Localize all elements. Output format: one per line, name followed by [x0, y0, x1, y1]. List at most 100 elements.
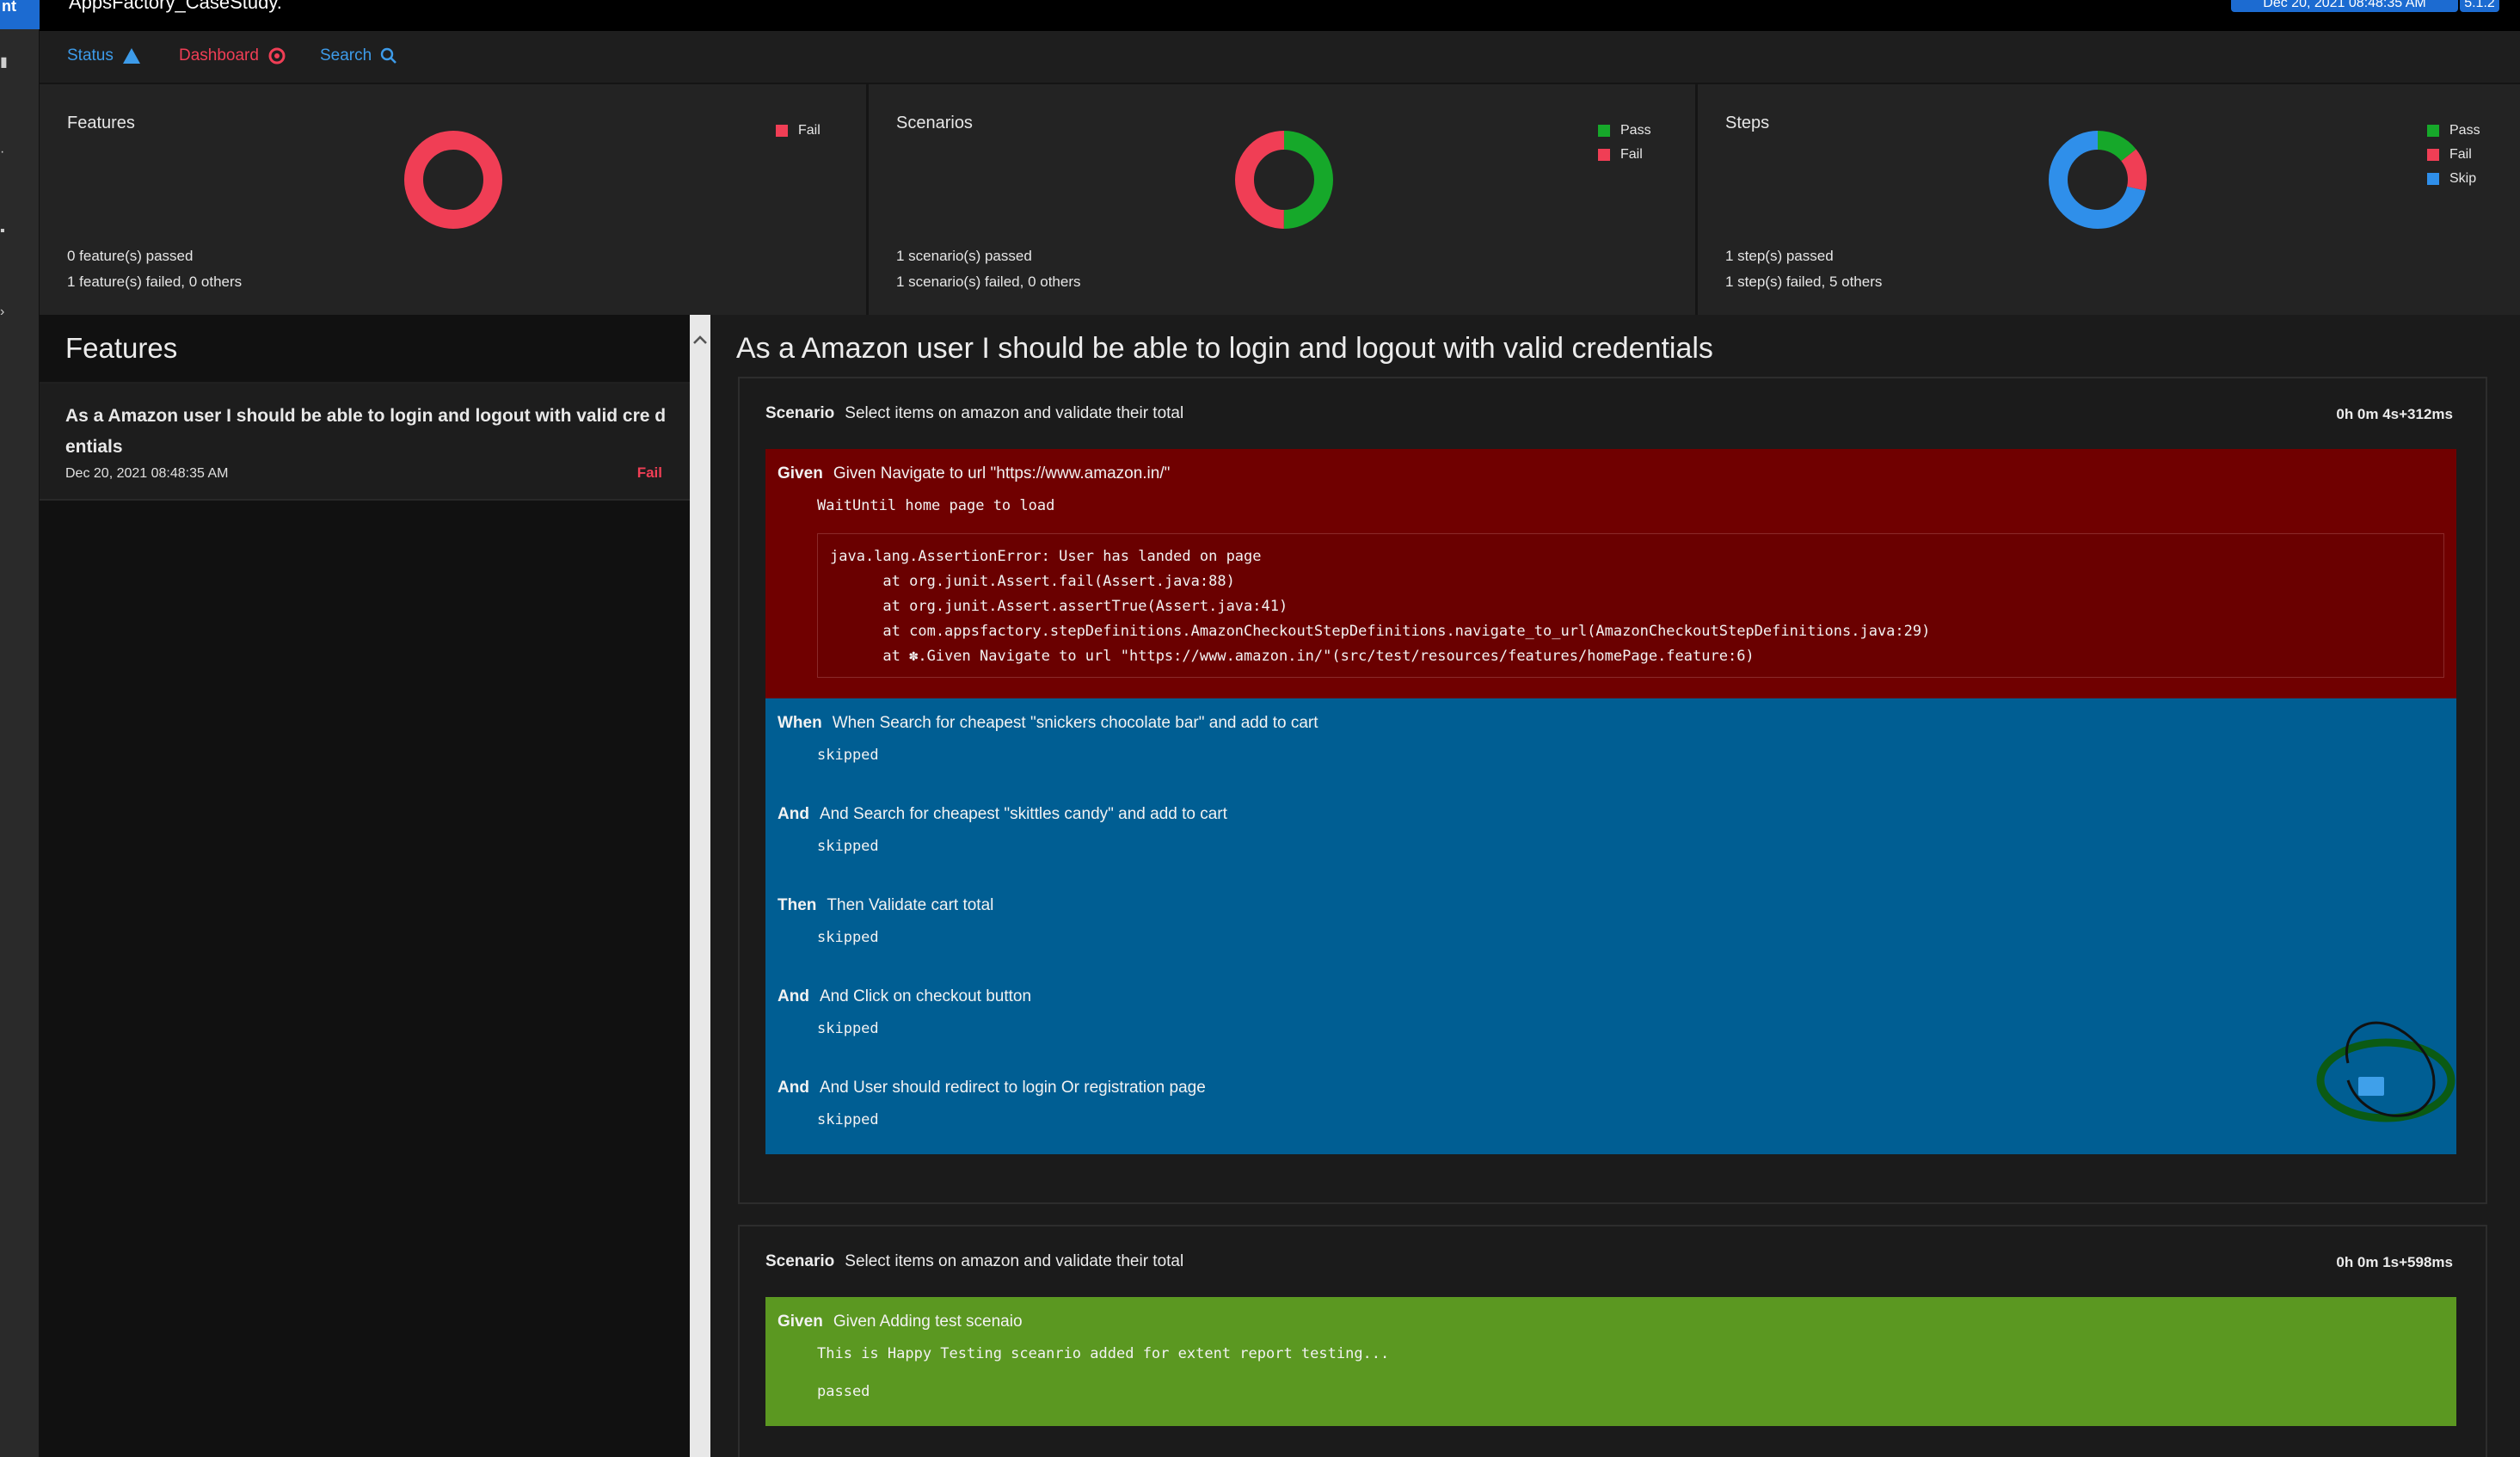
scenarios-summary-title: Scenarios — [896, 114, 973, 132]
scenario-duration: 0h 0m 4s+312ms — [2336, 406, 2453, 422]
left-icon-bar: nt ▮ · ▪ › — [0, 0, 40, 1457]
highlight-circle-annotation — [2316, 1021, 2455, 1122]
features-scrollbar[interactable] — [690, 315, 710, 1457]
steps-skipped-block: When When Search for cheapest "snickers c… — [765, 698, 2456, 1154]
scenarios-passed-stat: 1 scenario(s) passed — [896, 248, 1032, 264]
warning-triangle-icon — [122, 48, 140, 64]
scenarios-legend: Pass Fail — [1598, 119, 1651, 167]
scenario-card: Scenario Select items on amazon and valid… — [738, 377, 2487, 1204]
features-list-panel: Features As a Amazon user I should be ab… — [40, 315, 690, 1457]
step-text: And Search for cheapest "skittles candy"… — [819, 805, 1227, 823]
step-line: And And Search for cheapest "skittles can… — [778, 805, 1227, 824]
step-line: And And User should redirect to login Or … — [778, 1079, 1206, 1097]
step-text: And Click on checkout button — [819, 987, 1032, 1005]
nav-search-link[interactable]: Search — [320, 46, 397, 65]
legend-pass-label: Pass — [2449, 123, 2480, 138]
top-header: AppsFactory_CaseStudy. Dec 20, 2021 08:4… — [40, 0, 2520, 31]
feature-item-status: Fail — [636, 464, 662, 481]
scenario-name: Select items on amazon and validate thei… — [845, 404, 1184, 422]
dot-icon[interactable]: · — [0, 145, 9, 159]
chevron-up-icon[interactable] — [690, 330, 710, 351]
step-keyword: And — [778, 987, 809, 1005]
scenario-card: Scenario Select items on amazon and valid… — [738, 1225, 2487, 1457]
feature-item-date: Dec 20, 2021 08:48:35 AM — [65, 466, 229, 481]
features-summary-title: Features — [67, 114, 135, 132]
step-text: And User should redirect to login Or reg… — [819, 1079, 1206, 1097]
features-failed-stat: 1 feature(s) failed, 0 others — [67, 274, 243, 290]
skip-swatch — [2427, 173, 2439, 185]
step-status: skipped — [817, 747, 879, 764]
feature-detail-title: As a Amazon user I should be able to log… — [736, 332, 1713, 365]
nav-status-link[interactable]: Status — [67, 46, 141, 65]
app-title: AppsFactory_CaseStudy. — [69, 0, 282, 13]
scenario-keyword: Scenario — [765, 1252, 835, 1270]
step-line: Given Given Navigate to url "https://www.… — [778, 464, 1170, 483]
nav-dashboard-link[interactable]: Dashboard — [179, 46, 286, 65]
features-legend: Fail — [776, 119, 821, 143]
legend-item-pass: Pass — [2427, 119, 2480, 143]
legend-item-fail: Fail — [1598, 143, 1651, 167]
features-donut-chart — [404, 131, 502, 229]
scenario-keyword: Scenario — [765, 404, 835, 422]
search-icon — [381, 47, 397, 64]
stack-trace: java.lang.AssertionError: User has lande… — [817, 533, 2444, 678]
scenario-header[interactable]: Scenario Select items on amazon and valid… — [765, 404, 1183, 423]
nav-status-label: Status — [67, 46, 114, 65]
scenarios-donut-chart — [1235, 131, 1333, 229]
step-failed: Given Given Navigate to url "https://www.… — [765, 449, 2456, 698]
step-status: skipped — [817, 838, 879, 855]
legend-item-skip: Skip — [2427, 167, 2480, 191]
steps-summary-panel: Steps Pass Fail Skip 1 step(s) passed 1 … — [1698, 84, 2520, 315]
feature-item-title: As a Amazon user I should be able to log… — [65, 406, 667, 457]
scenario-duration: 0h 0m 1s+598ms — [2336, 1254, 2453, 1270]
step-keyword: And — [778, 805, 809, 823]
tag-icon[interactable]: ▪ — [0, 224, 9, 238]
pass-swatch — [1598, 125, 1610, 137]
screenshot-link[interactable] — [2316, 1021, 2455, 1128]
legend-item-fail: Fail — [776, 119, 821, 143]
nav-dashboard-label: Dashboard — [179, 46, 259, 65]
steps-summary-title: Steps — [1725, 114, 1770, 132]
view-nav: Status Dashboard Search — [40, 31, 2520, 84]
dashboard-gauge-icon — [268, 47, 286, 65]
step-status: passed — [817, 1383, 870, 1400]
step-log: This is Happy Testing sceanrio added for… — [817, 1345, 1390, 1362]
legend-fail-label: Fail — [1620, 147, 1643, 162]
legend-item-fail: Fail — [2427, 143, 2480, 167]
scenarios-summary-panel: Scenarios Pass Fail 1 scenario(s) passed… — [869, 84, 1698, 315]
step-line: When When Search for cheapest "snickers c… — [778, 714, 1318, 733]
step-keyword: Given — [778, 464, 823, 483]
step-status: skipped — [817, 1020, 879, 1037]
step-text: Given Adding test scenaio — [833, 1313, 1023, 1331]
fail-swatch — [2427, 149, 2439, 161]
pass-swatch — [2427, 125, 2439, 137]
scenarios-failed-stat: 1 scenario(s) failed, 0 others — [896, 274, 1081, 290]
step-keyword: Then — [778, 896, 817, 914]
dot2-icon[interactable]: › — [0, 305, 9, 319]
step-text: When Search for cheapest "snickers choco… — [832, 714, 1318, 732]
brand-logo[interactable]: nt — [0, 0, 40, 29]
step-keyword: Given — [778, 1313, 823, 1331]
steps-failed-stat: 1 step(s) failed, 5 others — [1725, 274, 1883, 290]
feature-detail-panel: As a Amazon user I should be able to log… — [710, 315, 2520, 1457]
features-list-title: Features — [65, 332, 178, 364]
step-log: WaitUntil home page to load — [817, 497, 1055, 514]
fail-swatch — [776, 125, 788, 137]
scenario-header[interactable]: Scenario Select items on amazon and valid… — [765, 1252, 1183, 1271]
features-summary-panel: Features Fail 0 feature(s) passed 1 feat… — [40, 84, 869, 315]
step-line: And And Click on checkout button — [778, 987, 1031, 1006]
version-badge: 5.1.2 — [2460, 0, 2499, 12]
step-keyword: When — [778, 714, 822, 732]
steps-donut-chart — [2049, 131, 2147, 229]
features-passed-stat: 0 feature(s) passed — [67, 248, 194, 264]
nav-search-label: Search — [320, 46, 372, 65]
step-status: skipped — [817, 929, 879, 946]
feature-list-item[interactable]: As a Amazon user I should be able to log… — [40, 384, 690, 501]
step-status: skipped — [817, 1111, 879, 1128]
step-text: Then Validate cart total — [827, 896, 994, 914]
fail-swatch — [1598, 149, 1610, 161]
bars-icon[interactable]: ▮ — [0, 56, 9, 70]
legend-item-pass: Pass — [1598, 119, 1651, 143]
donut-slice-fail — [404, 131, 502, 229]
image-icon[interactable] — [2358, 1077, 2384, 1096]
